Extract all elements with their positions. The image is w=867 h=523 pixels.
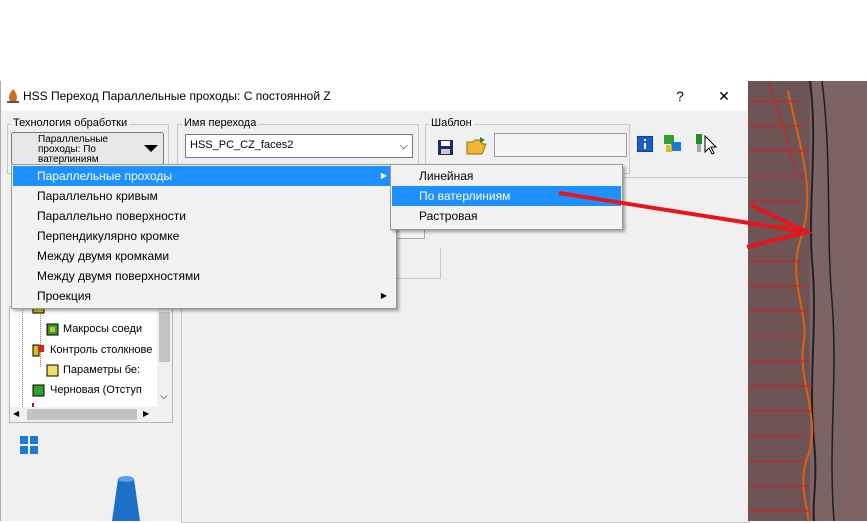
save-icon[interactable] bbox=[437, 139, 454, 156]
menu-item-label: Между двумя поверхностями bbox=[37, 269, 200, 283]
info-icon[interactable] bbox=[637, 136, 653, 152]
tool-preview-image bbox=[112, 476, 140, 521]
open-folder-icon[interactable] bbox=[466, 136, 488, 156]
dropdown-arrow-icon bbox=[144, 145, 158, 152]
chevron-down-icon: ⌵ bbox=[399, 140, 408, 152]
menu-item-perpendicular-edge[interactable]: Перпендикулярно кромке bbox=[13, 226, 395, 246]
technology-combo[interactable]: Параллельные проходы: По ватерлиниям bbox=[11, 132, 164, 165]
annotation-arrow bbox=[558, 191, 813, 249]
app-flame-icon bbox=[7, 89, 19, 103]
operation-name-combo[interactable]: HSS_PC_CZ_faces2 ⌵ bbox=[185, 134, 413, 158]
template-input[interactable] bbox=[494, 133, 627, 157]
machine-simulation-icon[interactable] bbox=[662, 133, 684, 155]
submenu-item-label: Растровая bbox=[419, 209, 478, 223]
cad-viewport[interactable] bbox=[748, 81, 867, 521]
operation-dialog: HSS Переход Параллельные проходы: С пост… bbox=[0, 81, 750, 523]
submenu-item-label: По ватерлиниям bbox=[419, 189, 511, 203]
technology-dropdown-menu: Параллельные проходы ▶ Параллельно кривы… bbox=[11, 164, 397, 309]
menu-item-parallel-surface[interactable]: Параллельно поверхности bbox=[13, 206, 395, 226]
submenu-arrow-icon: ▶ bbox=[380, 171, 387, 180]
operation-tree[interactable]: Макросы соеди Контроль столкнове Парамет… bbox=[9, 306, 173, 423]
technology-label: Технология обработки bbox=[11, 117, 130, 129]
scroll-thumb-horizontal[interactable] bbox=[27, 409, 137, 420]
tree-item-macros[interactable]: Макросы соеди bbox=[63, 323, 142, 335]
operation-name-value: HSS_PC_CZ_faces2 bbox=[190, 139, 294, 151]
submenu-arrow-icon: ▶ bbox=[380, 291, 387, 300]
menu-item-label: Между двумя кромками bbox=[37, 249, 170, 263]
tree-item-collision-control[interactable]: Контроль столкнове bbox=[50, 344, 152, 356]
toolpath-model-graphic bbox=[748, 81, 867, 521]
tree-horizontal-scrollbar[interactable]: ◀ ▶ bbox=[10, 407, 172, 422]
menu-item-label: Параллельно кривым bbox=[37, 189, 158, 203]
menu-item-between-edges[interactable]: Между двумя кромками bbox=[13, 246, 395, 266]
tree-item-roughing[interactable]: Черновая (Отступ bbox=[50, 384, 142, 396]
parameters-icon bbox=[46, 364, 59, 377]
menu-item-label: Проекция bbox=[37, 289, 91, 303]
technology-value: Параллельные проходы: По ватерлиниям bbox=[38, 134, 109, 165]
operation-name-label: Имя перехода bbox=[182, 117, 259, 129]
help-button[interactable]: ? bbox=[667, 85, 693, 107]
scroll-right-icon[interactable]: ▶ bbox=[143, 409, 149, 418]
submenu-item-label: Линейная bbox=[419, 169, 474, 183]
tool-pointer-icon[interactable] bbox=[693, 132, 719, 156]
tree-vertical-scrollbar[interactable]: ⌵ bbox=[157, 307, 172, 407]
window-title: HSS Переход Параллельные проходы: С пост… bbox=[23, 89, 331, 103]
scroll-down-icon[interactable]: ⌵ bbox=[160, 391, 168, 402]
submenu-item-linear[interactable]: Линейная bbox=[392, 166, 621, 186]
title-bar[interactable]: HSS Переход Параллельные проходы: С пост… bbox=[1, 81, 748, 111]
close-button[interactable]: ✕ bbox=[711, 85, 737, 107]
grid-view-icon[interactable] bbox=[19, 435, 39, 455]
scroll-left-icon[interactable]: ◀ bbox=[13, 409, 19, 418]
collision-control-icon bbox=[32, 344, 44, 357]
menu-item-projection[interactable]: Проекция ▶ bbox=[13, 286, 395, 306]
roughing-icon bbox=[32, 384, 45, 397]
menu-item-parallel-curves[interactable]: Параллельно кривым bbox=[13, 186, 395, 206]
menu-item-parallel-passes[interactable]: Параллельные проходы ▶ bbox=[13, 166, 395, 186]
template-label: Шаблон bbox=[429, 117, 474, 129]
menu-item-label: Параллельно поверхности bbox=[37, 209, 186, 223]
scroll-thumb[interactable] bbox=[159, 312, 170, 362]
tree-item-parameters[interactable]: Параметры бе: bbox=[63, 364, 140, 376]
menu-item-between-surfaces[interactable]: Между двумя поверхностями bbox=[13, 266, 395, 286]
menu-item-label: Перпендикулярно кромке bbox=[37, 229, 180, 243]
menu-item-label: Параллельные проходы bbox=[37, 169, 173, 183]
tree-line bbox=[22, 307, 23, 407]
macro-icon bbox=[46, 323, 59, 336]
